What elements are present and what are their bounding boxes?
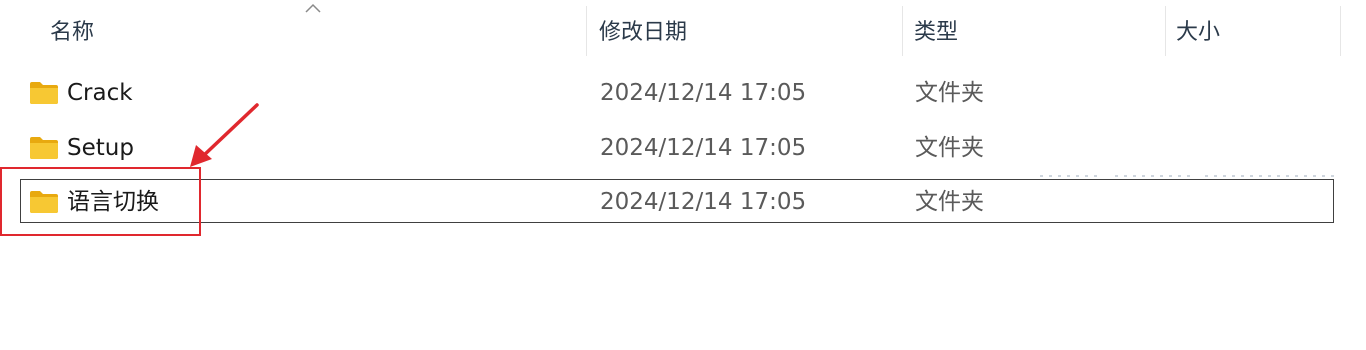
- file-name: Setup: [67, 135, 134, 161]
- file-row-focused[interactable]: 语言切换 2024/12/14 17:05 文件夹: [20, 179, 1334, 223]
- file-row[interactable]: Setup 2024/12/14 17:05 文件夹: [20, 125, 1334, 169]
- column-divider[interactable]: [1340, 6, 1341, 56]
- file-type: 文件夹: [915, 80, 984, 106]
- file-date-modified: 2024/12/14 17:05: [600, 189, 807, 215]
- column-header-name[interactable]: 名称: [0, 0, 585, 66]
- file-date-modified: 2024/12/14 17:05: [600, 135, 807, 161]
- file-name: 语言切换: [67, 189, 159, 215]
- file-type: 文件夹: [915, 135, 984, 161]
- column-header-type[interactable]: 类型: [903, 0, 1165, 66]
- column-header-date-label: 修改日期: [599, 20, 688, 45]
- folder-icon: [30, 137, 58, 159]
- file-date-modified: 2024/12/14 17:05: [600, 80, 807, 106]
- column-header-size-label: 大小: [1176, 20, 1221, 45]
- file-name: Crack: [67, 80, 133, 106]
- column-header-bar: 名称 修改日期 类型 大小: [0, 0, 1366, 66]
- file-type: 文件夹: [915, 189, 984, 215]
- chevron-up-icon: [305, 3, 321, 13]
- render-artifact: [1040, 175, 1335, 177]
- column-header-date-modified[interactable]: 修改日期: [587, 0, 902, 66]
- file-row[interactable]: Crack 2024/12/14 17:05 文件夹: [20, 70, 1334, 114]
- column-header-size[interactable]: 大小: [1166, 0, 1340, 66]
- column-header-type-label: 类型: [914, 20, 959, 45]
- column-header-name-label: 名称: [50, 20, 95, 45]
- folder-icon: [30, 191, 58, 213]
- folder-icon: [30, 82, 58, 104]
